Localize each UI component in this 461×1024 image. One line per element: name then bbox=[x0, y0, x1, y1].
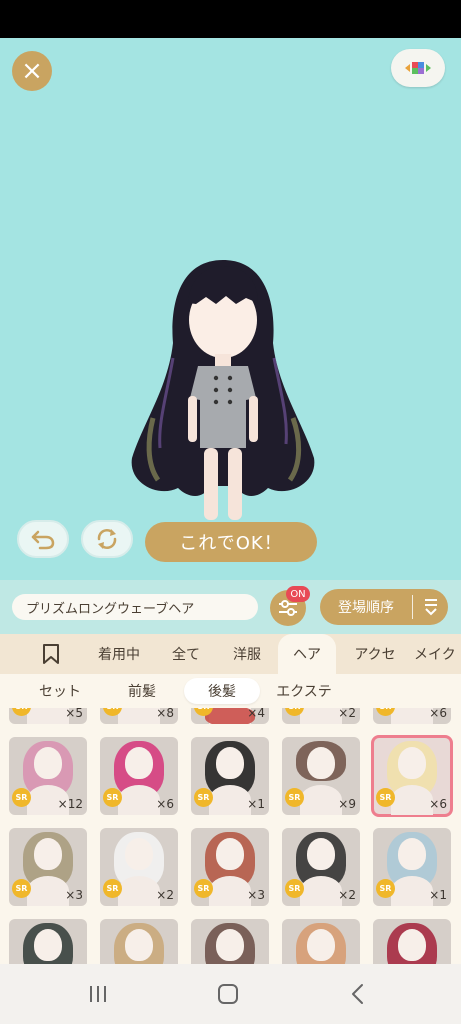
confirm-button[interactable]: これでOK！ bbox=[145, 522, 317, 562]
filter-on-badge: ON bbox=[286, 586, 310, 602]
hair-subtabs: セット 前髪 後髪 エクステ bbox=[0, 674, 461, 708]
hair-item[interactable]: SR ×2 bbox=[100, 828, 178, 906]
tab-wearing[interactable]: 着用中 bbox=[90, 634, 148, 674]
bookmark-icon bbox=[43, 644, 59, 664]
hair-item[interactable]: SR ×1 bbox=[373, 828, 451, 906]
item-count: ×3 bbox=[65, 888, 83, 902]
avatar-stage: × これでOK！ bbox=[0, 38, 461, 580]
hair-item[interactable]: SR ×2 bbox=[282, 828, 360, 906]
hair-item[interactable]: SR×8 bbox=[100, 708, 178, 724]
sr-badge: SR bbox=[194, 788, 213, 807]
recent-apps-button[interactable] bbox=[78, 980, 118, 1008]
item-name-label: プリズムロングウェーブヘア bbox=[12, 594, 258, 620]
item-count: ×12 bbox=[57, 797, 83, 811]
tab-clothes[interactable]: 洋服 bbox=[224, 634, 270, 674]
item-count: ×6 bbox=[429, 797, 447, 811]
subtab-set[interactable]: セット bbox=[16, 678, 104, 704]
hair-item[interactable]: SR ×9 bbox=[282, 737, 360, 815]
item-count: ×3 bbox=[247, 888, 265, 902]
sr-badge: SR bbox=[285, 788, 304, 807]
home-button[interactable] bbox=[208, 980, 248, 1008]
item-count: ×6 bbox=[156, 797, 174, 811]
hair-item[interactable] bbox=[282, 919, 360, 964]
close-button[interactable]: × bbox=[12, 51, 52, 91]
hair-item[interactable] bbox=[100, 919, 178, 964]
sr-badge: SR bbox=[194, 879, 213, 898]
item-count: ×5 bbox=[65, 708, 83, 720]
hair-item[interactable]: SR ×3 bbox=[191, 828, 269, 906]
subtab-extensions[interactable]: エクステ bbox=[266, 678, 342, 704]
item-count: ×9 bbox=[338, 797, 356, 811]
hair-item[interactable]: SR×6 bbox=[373, 708, 451, 724]
hair-item[interactable] bbox=[191, 919, 269, 964]
hair-item[interactable]: SR ×12 bbox=[9, 737, 87, 815]
item-grid: SR×5 SR×8 SR×4 SR×2 SR×6 SR×12 SR×6 SR×1… bbox=[0, 708, 461, 964]
subtab-back-hair[interactable]: 後髪 bbox=[184, 678, 260, 704]
item-count: ×6 bbox=[429, 708, 447, 720]
category-tabs: 着用中 全て 洋服 ヘア アクセ メイク bbox=[0, 634, 461, 674]
hair-item[interactable]: SR ×1 bbox=[191, 737, 269, 815]
system-nav-bar bbox=[0, 964, 461, 1024]
hair-item[interactable]: SR ×3 bbox=[9, 828, 87, 906]
tab-bookmark[interactable] bbox=[30, 634, 72, 674]
refresh-icon bbox=[97, 529, 117, 549]
item-count: ×4 bbox=[247, 708, 265, 720]
hair-item[interactable] bbox=[373, 919, 451, 964]
back-button[interactable] bbox=[338, 980, 378, 1008]
undo-icon bbox=[31, 530, 55, 550]
color-blocks-icon bbox=[405, 62, 431, 74]
tab-accessories[interactable]: アクセ bbox=[346, 634, 404, 674]
sr-badge: SR bbox=[103, 788, 122, 807]
sr-badge: SR bbox=[12, 879, 31, 898]
undo-button[interactable] bbox=[17, 520, 69, 558]
hair-item[interactable] bbox=[9, 919, 87, 964]
avatar-character bbox=[131, 260, 315, 535]
sr-badge: SR bbox=[12, 788, 31, 807]
hair-item[interactable]: SR ×6 bbox=[100, 737, 178, 815]
hair-item[interactable]: SR×4 bbox=[191, 708, 269, 724]
item-count: ×8 bbox=[156, 708, 174, 720]
subtab-bangs[interactable]: 前髪 bbox=[108, 678, 176, 704]
sort-divider bbox=[412, 595, 413, 619]
item-count: ×2 bbox=[338, 708, 356, 720]
sr-badge: SR bbox=[103, 879, 122, 898]
item-count: ×2 bbox=[338, 888, 356, 902]
tab-makeup[interactable]: メイク bbox=[414, 634, 461, 674]
home-icon bbox=[218, 984, 238, 1004]
tab-hair[interactable]: ヘア bbox=[278, 634, 336, 674]
status-bar bbox=[0, 0, 461, 38]
item-count: ×1 bbox=[247, 797, 265, 811]
rotate-button[interactable] bbox=[81, 520, 133, 558]
hair-item-selected[interactable]: SR ×6 bbox=[371, 735, 453, 817]
tab-all[interactable]: 全て bbox=[162, 634, 210, 674]
sort-order-icon bbox=[413, 598, 448, 616]
item-count: ×2 bbox=[156, 888, 174, 902]
hair-item[interactable]: SR×5 bbox=[9, 708, 87, 724]
sort-label: 登場順序 bbox=[338, 600, 394, 616]
back-chevron-icon bbox=[352, 984, 363, 1004]
sr-badge: SR bbox=[376, 788, 395, 807]
hair-item[interactable]: SR×2 bbox=[282, 708, 360, 724]
item-count: ×1 bbox=[429, 888, 447, 902]
sr-badge: SR bbox=[285, 879, 304, 898]
item-info-bar: プリズムロングウェーブヘア ON 登場順序 bbox=[0, 580, 461, 634]
recent-apps-icon bbox=[90, 986, 106, 1002]
sr-badge: SR bbox=[376, 879, 395, 898]
sort-button[interactable]: 登場順序 bbox=[320, 589, 448, 625]
layout-toggle-button[interactable] bbox=[391, 49, 445, 87]
